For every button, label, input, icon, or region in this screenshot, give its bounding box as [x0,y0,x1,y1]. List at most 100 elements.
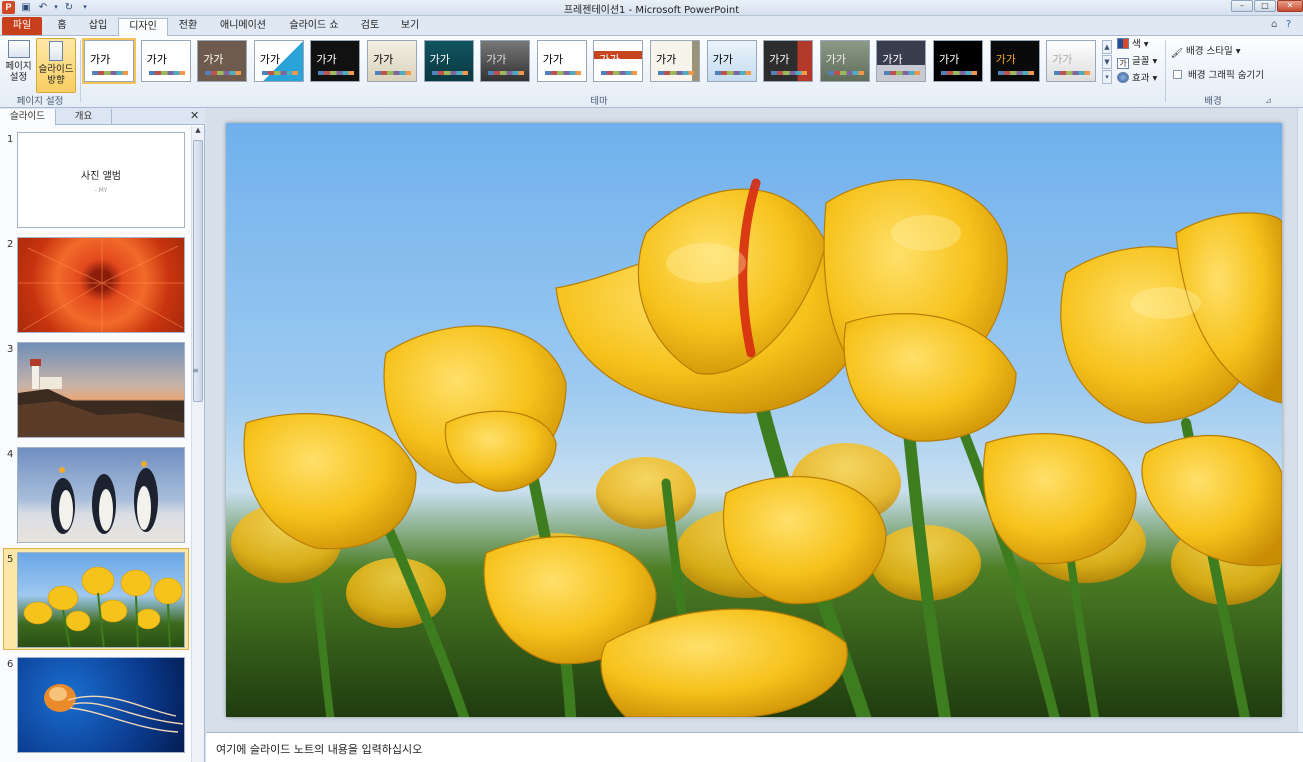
splitter-grip-icon[interactable]: ≡ [192,366,199,375]
theme-thumbnail[interactable]: 가가 [367,40,417,82]
theme-sample-text: 가가 [429,54,450,66]
slide-orientation-button[interactable]: 슬라이드 방향 [36,38,76,93]
tulips-thumbnail-image [23,566,183,647]
theme-color-swatches [771,71,808,75]
theme-sample-text: 가가 [656,54,677,66]
dialog-launcher-icon[interactable]: ⊿ [1265,96,1272,105]
slide-thumbnail-4[interactable] [17,447,185,543]
theme-fonts-button[interactable]: 가 글꼴 ▾ [1117,55,1157,69]
panel-tabs: 슬라이드 개요 ✕ [0,108,205,125]
scroll-up-icon[interactable]: ▲ [192,126,204,138]
tab-insert[interactable]: 삽입 [80,18,116,36]
thumbnail-subtitle: - MY [94,187,108,194]
page-setup-button[interactable]: 페이지 설정 [2,38,35,93]
theme-thumbnail[interactable]: 가가 [310,40,361,82]
main-slide[interactable] [226,123,1282,717]
theme-colors-button[interactable]: 색 ▾ [1117,38,1149,52]
lighthouse-image [18,359,184,437]
theme-color-swatches [884,71,921,75]
theme-thumbnail[interactable]: 가가 [819,40,870,82]
title-bar: P ▣ ↶ ▾ ↻ ▾ 프레젠테이션1 - Microsoft PowerPoi… [0,0,1303,16]
tab-slides[interactable]: 슬라이드 [0,109,56,125]
theme-thumbnail[interactable]: 가가 [763,40,814,82]
theme-thumbnail[interactable]: 가가 [933,40,983,82]
tab-transitions[interactable]: 전환 [170,18,206,36]
slide-editing-area [206,108,1303,732]
theme-sample-text: 가가 [373,54,394,66]
gallery-more-button[interactable]: ▾ [1102,70,1112,84]
theme-thumbnail[interactable]: 가가 [253,40,304,82]
page-setup-label: 페이지 설정 [5,61,32,83]
slide-thumbnail-5[interactable] [17,552,185,648]
theme-thumbnail[interactable]: 가가 [536,40,587,82]
theme-sample-text: 가가 [542,54,564,66]
page-setup-group-label: 페이지 설정 [16,96,64,107]
thumbnail-scrollbar[interactable]: ▲ [191,126,204,762]
notes-placeholder[interactable]: 여기에 슬라이드 노트의 내용을 입력하십시오 [216,741,422,757]
theme-thumbnail[interactable]: 가가 [876,40,927,82]
theme-thumbnail[interactable]: 가가 [480,40,531,82]
tab-review[interactable]: 검토 [352,18,388,36]
effects-label: 효과 [1132,73,1150,84]
close-button[interactable]: ✕ [1277,0,1303,12]
background-styles-label: 배경 스타일 [1186,46,1233,57]
theme-thumbnail[interactable]: 가가 [140,40,191,82]
tab-animations[interactable]: 애니메이션 [210,18,276,36]
theme-sample-text: 가가 [939,54,960,66]
theme-sample-text: 가가 [1052,54,1073,66]
minimize-button[interactable]: – [1231,0,1253,12]
theme-thumbnail[interactable]: 가가 [423,40,474,82]
themes-group-label: 테마 [590,96,608,107]
minimize-ribbon-icon[interactable]: ⌂ [1271,19,1277,30]
tab-slideshow[interactable]: 슬라이드 쇼 [280,18,348,36]
vertical-scrollbar[interactable] [1297,108,1303,732]
tab-view[interactable]: 보기 [392,18,428,36]
checkbox-icon[interactable] [1173,70,1182,79]
hide-background-graphics-checkbox[interactable]: 배경 그래픽 숨기기 [1173,69,1264,83]
theme-color-swatches [544,71,581,75]
gallery-scroll-down-button[interactable]: ▼ [1102,55,1112,69]
theme-sample-text: 가가 [995,54,1016,66]
theme-color-swatches [827,71,864,75]
colors-icon [1117,38,1129,49]
tab-outline[interactable]: 개요 [56,109,112,125]
theme-effects-button[interactable]: 효과 ▾ [1117,72,1157,86]
effects-icon [1117,72,1129,83]
maximize-button[interactable]: □ [1254,0,1276,12]
tab-design[interactable]: 디자인 [118,18,168,37]
theme-color-swatches [1054,71,1091,75]
background-styles-icon: 🖌 [1171,48,1184,59]
theme-thumbnail[interactable]: 가가 [82,38,136,84]
background-styles-button[interactable]: 🖌 배경 스타일 ▾ [1171,45,1241,59]
background-group-label: 배경 [1204,96,1222,107]
close-panel-icon[interactable]: ✕ [190,109,199,122]
slide-thumbnail-1[interactable]: 사진 앨범 - MY [17,132,185,228]
slide-number: 2 [7,239,14,250]
tab-file[interactable]: 파일 [2,17,42,35]
slide-orientation-icon [49,41,63,61]
theme-thumbnail[interactable]: 가가 [593,40,644,82]
theme-gallery: 가가 가가 가가 가가 가가 가가 가가 가가 가가 가가 가가 가가 가가 가가 가가 가가 가가 가가 [82,38,1102,86]
theme-sample-text: 가가 [316,54,337,66]
slide-thumbnail-6[interactable] [17,657,185,753]
tulips-image [226,123,1282,717]
notes-pane[interactable]: 여기에 슬라이드 노트의 내용을 입력하십시오 [206,732,1303,762]
page-setup-icon [7,40,30,58]
theme-thumbnail[interactable]: 가가 [1046,40,1097,82]
theme-thumbnail[interactable]: 가가 [706,40,757,82]
slide-thumbnail-3[interactable] [17,342,185,438]
scrollbar-thumb[interactable] [193,140,203,402]
theme-color-swatches [92,71,128,75]
theme-thumbnail[interactable]: 가가 [650,40,700,82]
theme-sample-text: 가가 [712,54,733,66]
theme-color-swatches [997,71,1034,75]
theme-thumbnail[interactable]: 가가 [989,40,1040,82]
tab-home[interactable]: 홈 [48,18,76,36]
fonts-label: 글꼴 [1132,56,1150,67]
theme-sample-text: 가가 [90,54,111,66]
theme-thumbnail[interactable]: 가가 [197,40,248,82]
gallery-scroll-up-button[interactable]: ▲ [1102,40,1112,54]
slide-thumbnail-2[interactable] [17,237,185,333]
help-icon[interactable]: ? [1286,19,1291,30]
slide-number: 4 [7,449,14,460]
